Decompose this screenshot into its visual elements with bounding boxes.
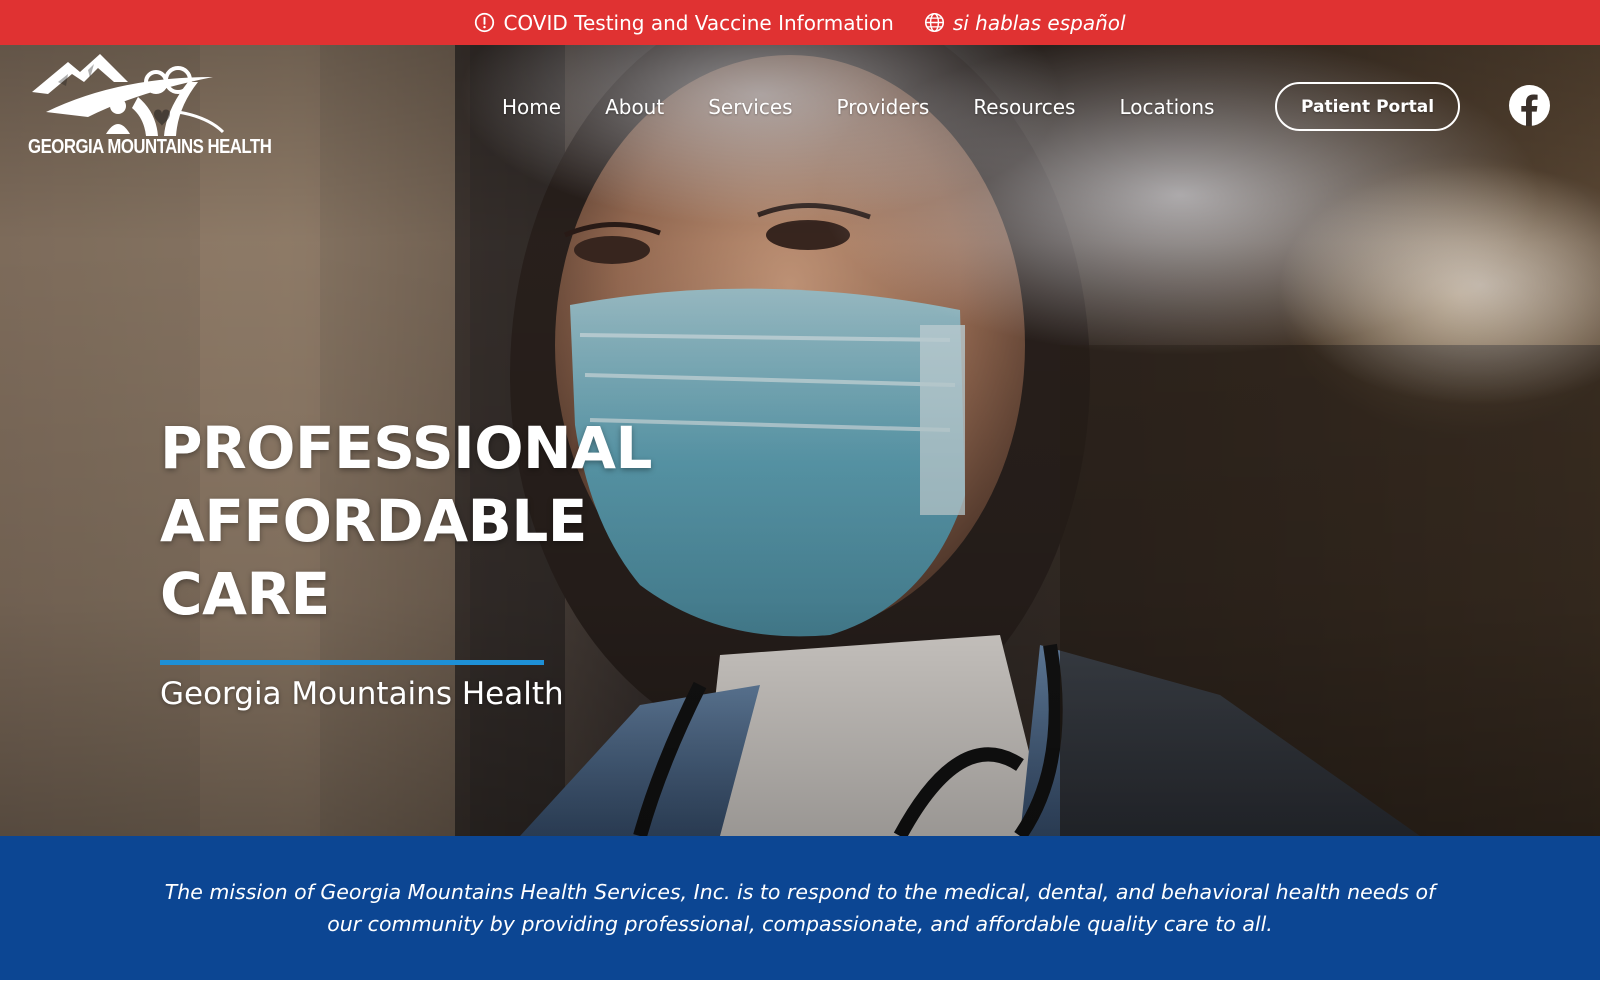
nav-providers[interactable]: Providers <box>815 95 952 119</box>
spanish-language-label: si hablas español <box>952 10 1126 35</box>
patient-portal-button[interactable]: Patient Portal <box>1275 82 1460 131</box>
hero-title: PROFESSIONAL AFFORDABLE CARE <box>160 412 680 631</box>
nav-about[interactable]: About <box>583 95 686 119</box>
nav-locations[interactable]: Locations <box>1097 95 1236 119</box>
hero-title-line: PROFESSIONAL <box>160 414 652 482</box>
facebook-icon[interactable] <box>1509 85 1550 126</box>
mission-banner: The mission of Georgia Mountains Health … <box>0 836 1600 980</box>
hero-subtitle: Georgia Mountains Health <box>160 676 564 712</box>
nav-home[interactable]: Home <box>490 95 583 119</box>
logo-text: GEORGIA MOUNTAINS HEALTH <box>28 136 272 158</box>
nav-services[interactable]: Services <box>686 95 814 119</box>
mission-statement: The mission of Georgia Mountains Health … <box>164 880 1436 936</box>
nav-resources[interactable]: Resources <box>951 95 1097 119</box>
alert-circle-icon <box>475 12 495 33</box>
globe-icon <box>924 12 944 33</box>
covid-info-link[interactable]: COVID Testing and Vaccine Information <box>474 10 894 35</box>
hero-title-line: CARE <box>160 560 330 628</box>
hero-divider <box>160 660 544 665</box>
page-bottom <box>0 980 1600 1000</box>
main-nav: Home About Services Providers Resources … <box>490 88 1236 126</box>
hero-title-line: AFFORDABLE <box>160 487 587 555</box>
logo[interactable]: GEORGIA MOUNTAINS HEALTH <box>28 52 272 162</box>
alert-bar: COVID Testing and Vaccine Information si… <box>0 0 1600 45</box>
spanish-language-link[interactable]: si hablas español <box>924 11 1126 35</box>
mountains-logo-icon <box>32 54 225 136</box>
covid-info-label: COVID Testing and Vaccine Information <box>503 10 894 35</box>
